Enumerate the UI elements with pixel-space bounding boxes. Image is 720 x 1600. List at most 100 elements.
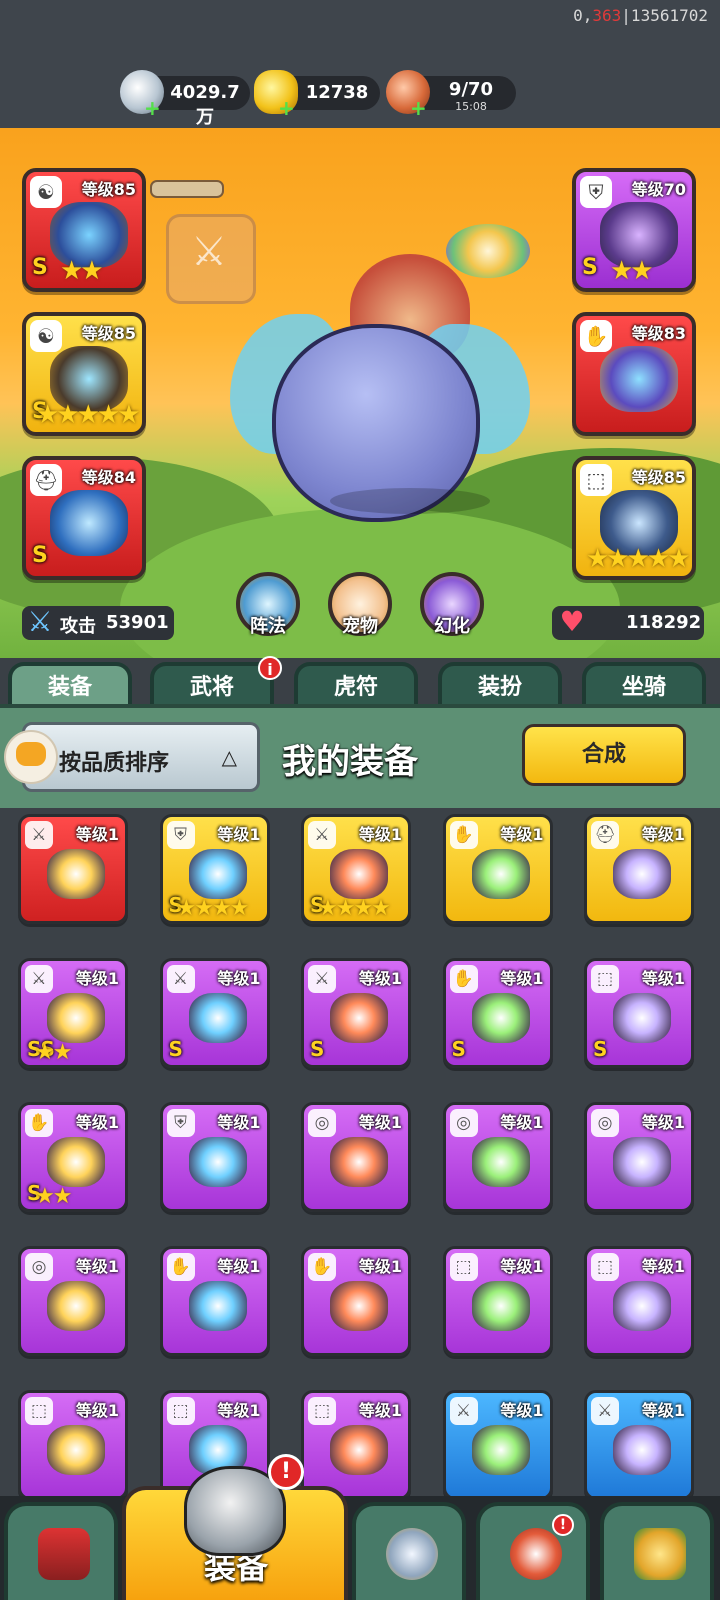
equipment-item[interactable]: ◎ 等级1 (584, 1102, 694, 1212)
rooster-icon (510, 1528, 562, 1580)
item-type-icon: ◎ (591, 1109, 619, 1137)
slot-type-icon: ✋ (580, 320, 612, 352)
equipment-item-icon (188, 1137, 247, 1187)
item-level: 等级1 (75, 969, 119, 988)
page-title: 我的装备 (282, 742, 418, 782)
equipment-item[interactable]: ⬚ 等级1 (301, 1390, 411, 1498)
add-gold-icon[interactable]: + (278, 98, 295, 118)
equipment-item[interactable]: ✋ 等级1 (159, 1246, 270, 1356)
star-rating: ★★ (610, 256, 654, 286)
gold-counter[interactable]: + 12738 (254, 70, 380, 118)
add-silver-icon[interactable]: + (144, 98, 161, 118)
attack-value: 53901 (106, 612, 169, 633)
item-level: 等级1 (500, 1401, 544, 1420)
equip-slot-armor[interactable]: ⛨ 等级70 S ★★ (572, 168, 696, 292)
item-type-icon: ✋ (25, 1109, 53, 1137)
slot-type-icon: ☯ (30, 176, 62, 208)
equipment-item-icon (471, 1425, 530, 1475)
hp-stat: ♥ 118292 (552, 605, 704, 640)
item-level: 等级1 (217, 1113, 261, 1132)
equipment-item-icon (330, 1425, 388, 1475)
equipment-item[interactable]: ◎ 等级1 (18, 1246, 128, 1356)
equipment-item[interactable]: ⚔ 等级1 (584, 1390, 694, 1498)
equipment-item-icon (188, 849, 247, 899)
add-stamina-icon[interactable]: + (410, 98, 427, 118)
equipment-item-icon (330, 1281, 388, 1331)
nav-heroes[interactable]: ! (476, 1502, 590, 1600)
hero-scene: ⚔ ☯ 等级85 S ★★ ☯ 等级85 S ★★★★★ ⛑ 等级84 S ⛨ … (0, 128, 720, 658)
equipment-item[interactable]: ✋ 等级1 S ★★ (18, 1102, 128, 1212)
nav-battle[interactable] (352, 1502, 466, 1600)
silver-counter[interactable]: + 4029.7万 (120, 70, 250, 128)
equipment-item[interactable]: ⬚ 等级1 (442, 1246, 553, 1356)
tab-equipment[interactable]: 装备 (8, 662, 132, 708)
item-type-icon: ⚔ (25, 965, 53, 993)
locked-weapon-slot[interactable]: ⚔ (166, 214, 256, 304)
rank-label: S (310, 1037, 325, 1061)
equip-slot-boots[interactable]: ⬚ 等级85 ★★★★★ (572, 456, 696, 580)
rank-label: S (32, 543, 48, 568)
slot-level: 等级85 (81, 180, 136, 199)
equipment-item-icon (471, 1137, 530, 1187)
item-type-icon: ⬚ (308, 1397, 336, 1425)
rank-label: S (593, 1037, 608, 1061)
equipment-item[interactable]: ⚔ 等级1 S ★★★★ (301, 814, 411, 924)
item-level: 等级1 (75, 1113, 119, 1132)
equip-slot-gauntlet[interactable]: ✋ 等级83 (572, 312, 696, 436)
nav-growth[interactable] (600, 1502, 714, 1600)
item-level: 等级1 (500, 1257, 544, 1276)
equipment-item[interactable]: ✋ 等级1 (301, 1246, 411, 1356)
equipment-item-icon (47, 1137, 105, 1187)
tab-generals[interactable]: 武将 (150, 662, 274, 708)
equipment-item[interactable]: ◎ 等级1 (301, 1102, 411, 1212)
equipment-item[interactable]: ✋ 等级1 S (442, 958, 553, 1068)
helmet-item-icon (50, 490, 128, 556)
item-level: 等级1 (641, 1257, 685, 1276)
item-type-icon: ◎ (449, 1109, 478, 1137)
debug-readout: 0,363|13561702 (573, 6, 708, 25)
heart-icon: ♥ (559, 605, 585, 638)
equipment-item[interactable]: ⛑ 等级1 (584, 814, 694, 924)
equipment-item[interactable]: ◎ 等级1 (442, 1102, 553, 1212)
gamepad-icon[interactable] (4, 730, 58, 784)
star-rating: ★★ (60, 256, 104, 286)
equipment-item[interactable]: ⛨ 等级1 S ★★★★ (159, 814, 270, 924)
equipment-item[interactable]: ⚔ 等级1 S (301, 958, 411, 1068)
equipment-item-icon (188, 1281, 247, 1331)
item-level: 等级1 (500, 1113, 544, 1132)
tab-tiger-tally[interactable]: 虎符 (294, 662, 418, 708)
item-level: 等级1 (75, 1401, 119, 1420)
nav-home[interactable] (4, 1502, 118, 1600)
item-type-icon: ✋ (308, 1253, 336, 1281)
tab-mount[interactable]: 坐骑 (582, 662, 706, 708)
equipment-grid: ⚔ 等级1 ⛨ 等级1 S ★★★★ ⚔ 等级1 S ★★★★ ✋ 等级1 ⛑ 等级1 ⚔ 等级1 S S ★★ ⚔ 等… (0, 808, 720, 1498)
tab-costume[interactable]: 装扮 (438, 662, 562, 708)
slot-type-icon: ⬚ (580, 464, 612, 496)
equipment-item[interactable]: ⚔ 等级1 SS ★★ (18, 958, 128, 1068)
stamina-counter[interactable]: + 9/70 15:08 (386, 70, 516, 118)
equipment-item-icon (330, 849, 388, 899)
equipment-item[interactable]: ⬚ 等级1 S (584, 958, 694, 1068)
star-rating: ★★★★★ (586, 544, 691, 574)
equipment-item[interactable]: ⚔ 等级1 (442, 1390, 553, 1498)
equipment-item[interactable]: ✋ 等级1 (442, 814, 553, 924)
equip-slot-weapon[interactable]: ☯ 等级85 S ★★ (22, 168, 146, 292)
equipment-item[interactable]: ⚔ 等级1 (18, 814, 128, 924)
star-rating: ★★★★ (176, 896, 250, 921)
item-type-icon: ⚔ (25, 821, 53, 849)
item-level: 等级1 (641, 1401, 685, 1420)
equipment-item[interactable]: ⬚ 等级1 (18, 1390, 128, 1498)
equipment-item[interactable]: ⚔ 等级1 S (159, 958, 270, 1068)
equipment-item-icon (188, 993, 247, 1043)
equipment-item-icon (613, 993, 671, 1043)
equip-slot-accessory[interactable]: ☯ 等级85 S ★★★★★ (22, 312, 146, 436)
compose-button[interactable]: 合成 (522, 724, 686, 786)
equipment-item[interactable]: ⛨ 等级1 (159, 1102, 270, 1212)
item-type-icon: ⬚ (166, 1397, 195, 1425)
item-level: 等级1 (641, 1113, 685, 1132)
item-type-icon: ⚔ (449, 1397, 478, 1425)
equipment-item[interactable]: ⬚ 等级1 (584, 1246, 694, 1356)
item-type-icon: ◎ (308, 1109, 336, 1137)
equip-slot-helmet[interactable]: ⛑ 等级84 S (22, 456, 146, 580)
item-type-icon: ⚔ (166, 965, 195, 993)
